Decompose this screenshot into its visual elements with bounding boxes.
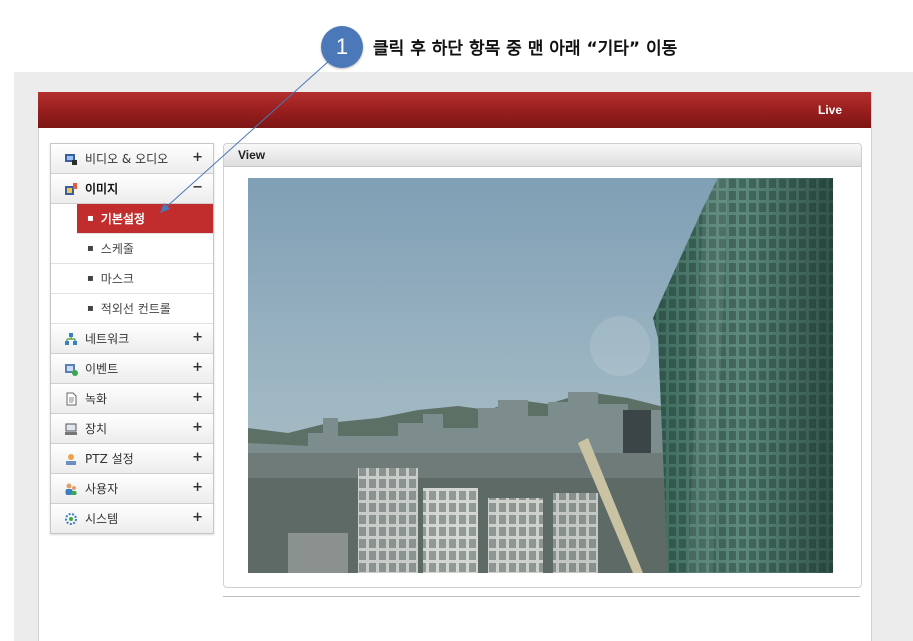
- network-icon: [63, 332, 79, 346]
- sidebar-item-network[interactable]: 네트워크 +: [51, 324, 213, 354]
- bullet-icon: ▪: [87, 243, 94, 254]
- video-audio-icon: [63, 152, 79, 166]
- sidebar-subitem-label: 적외선 컨트롤: [100, 302, 171, 316]
- bullet-icon: ▪: [87, 213, 94, 224]
- ptz-icon: [63, 452, 79, 466]
- sidebar-subitem-mask[interactable]: ▪ 마스크: [51, 264, 213, 294]
- sidebar-subitem-ir-control[interactable]: ▪ 적외선 컨트롤: [51, 294, 213, 324]
- expand-icon: +: [192, 150, 203, 165]
- view-panel-title: View: [238, 148, 266, 162]
- image-icon: [63, 182, 79, 196]
- sidebar-subitem-label: 스케줄: [100, 242, 134, 256]
- device-icon: [63, 422, 79, 436]
- collapse-icon: −: [192, 180, 203, 195]
- user-icon: [63, 482, 79, 496]
- system-icon: [63, 512, 79, 526]
- camera-live-view: [248, 178, 833, 573]
- expand-icon: +: [192, 450, 203, 465]
- expand-icon: +: [192, 330, 203, 345]
- sidebar-subitem-label: 기본설정: [100, 212, 145, 226]
- sidebar-item-event[interactable]: 이벤트 +: [51, 354, 213, 384]
- sidebar-item-label: 녹화: [85, 392, 108, 406]
- sidebar-item-label: 시스템: [85, 512, 119, 526]
- sidebar-subitem-schedule[interactable]: ▪ 스케줄: [51, 234, 213, 264]
- view-panel-header: View: [224, 144, 861, 167]
- callout-instruction: 클릭 후 하단 항목 중 맨 아래 “기타” 이동: [373, 39, 678, 59]
- sidebar-item-label: 장치: [85, 422, 108, 436]
- sidebar-menu: 비디오 & 오디오 + 이미지 − ▪ 기본설정 ▪ 스케줄 ▪ 마스크 ▪ 적…: [50, 143, 214, 534]
- sidebar-item-ptz[interactable]: PTZ 설정 +: [51, 444, 213, 474]
- expand-icon: +: [192, 480, 203, 495]
- sidebar-subitem-basic-settings[interactable]: ▪ 기본설정: [77, 204, 213, 234]
- sidebar-item-device[interactable]: 장치 +: [51, 414, 213, 444]
- record-icon: [63, 392, 79, 406]
- bottom-panel-edge: [223, 596, 860, 607]
- sidebar-subitem-label: 마스크: [100, 272, 134, 286]
- bullet-icon: ▪: [87, 303, 94, 314]
- expand-icon: +: [192, 390, 203, 405]
- expand-icon: +: [192, 510, 203, 525]
- top-bar: Live: [38, 92, 871, 128]
- sidebar-item-label: 이벤트: [85, 362, 119, 376]
- sidebar-item-video-audio[interactable]: 비디오 & 오디오 +: [51, 144, 213, 174]
- bullet-icon: ▪: [87, 273, 94, 284]
- sidebar-item-system[interactable]: 시스템 +: [51, 504, 213, 533]
- live-link[interactable]: Live: [818, 103, 842, 117]
- sidebar-item-label: 이미지: [85, 182, 119, 196]
- sidebar-item-label: PTZ 설정: [85, 452, 134, 466]
- event-icon: [63, 362, 79, 376]
- expand-icon: +: [192, 360, 203, 375]
- expand-icon: +: [192, 420, 203, 435]
- sidebar-item-record[interactable]: 녹화 +: [51, 384, 213, 414]
- sidebar-item-user[interactable]: 사용자 +: [51, 474, 213, 504]
- sidebar-item-label: 사용자: [85, 482, 119, 496]
- sidebar-item-label: 비디오 & 오디오: [85, 152, 169, 166]
- sidebar-item-image[interactable]: 이미지 −: [51, 174, 213, 204]
- sidebar-item-label: 네트워크: [85, 332, 130, 346]
- callout-step-badge: 1: [321, 26, 363, 68]
